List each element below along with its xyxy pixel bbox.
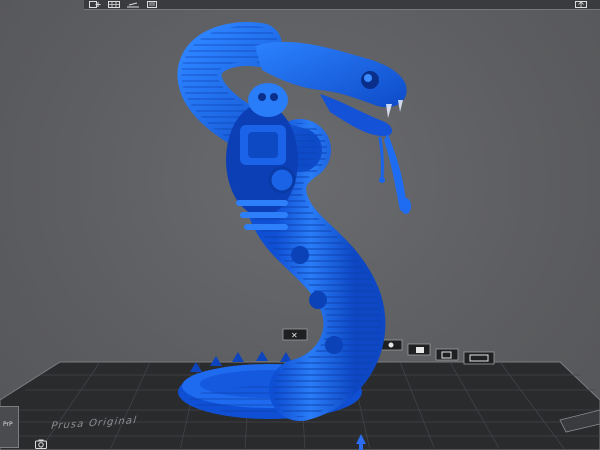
add-model-icon — [89, 1, 101, 8]
mirror-icon — [388, 342, 394, 348]
add-model-button[interactable] — [87, 1, 103, 9]
axis-marker-icon — [356, 434, 366, 450]
orient-icon — [127, 2, 139, 8]
top-toolbar — [84, 0, 600, 10]
layers-button[interactable] — [463, 351, 495, 365]
slice-button[interactable] — [144, 1, 160, 9]
cross-icon: ✕ — [291, 331, 298, 340]
export-button[interactable] — [572, 1, 590, 9]
export-icon — [575, 1, 587, 8]
corner-widget[interactable]: PrP — [0, 406, 19, 448]
camera-icon — [35, 439, 47, 449]
orient-button[interactable] — [125, 1, 141, 9]
cobra-model[interactable] — [177, 22, 411, 421]
corner-widget-label: PrP — [3, 421, 13, 428]
arrange-grid-icon — [108, 1, 120, 8]
arrange-grid-button[interactable] — [106, 1, 122, 9]
scene-canvas: ✕ — [0, 22, 600, 450]
camera-button[interactable] — [34, 438, 48, 450]
slice-icon — [147, 1, 157, 8]
3d-viewport[interactable]: ✕ Prusa Original PrP — [0, 0, 600, 450]
drop-icon — [416, 347, 424, 353]
